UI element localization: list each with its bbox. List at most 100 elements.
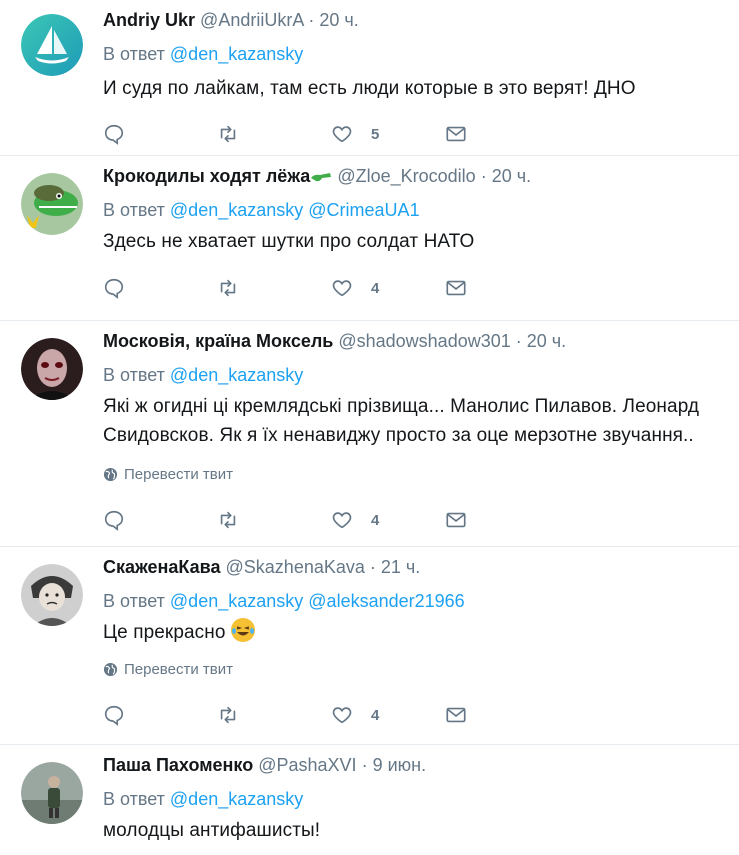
tweet-header: Паша Пахоменко @PashaXVI · 9 июн. [103, 754, 719, 776]
mention-link[interactable]: @den_kazansky [170, 591, 303, 611]
like-button[interactable]: 4 [331, 704, 445, 726]
tweet-header: СкаженаКава @SkazhenaKava · 21 ч. [103, 556, 719, 578]
direct-message-button[interactable] [445, 277, 467, 299]
retweet-button[interactable] [217, 123, 331, 145]
translate-tweet-link[interactable]: Перевести твит [103, 466, 719, 483]
mention-link[interactable]: @aleksander21966 [308, 591, 464, 611]
retweet-icon [220, 511, 236, 529]
retweet-button[interactable] [217, 277, 331, 299]
separator-dot: · [361, 755, 368, 775]
translate-tweet-link[interactable]: Перевести твит [103, 661, 719, 678]
separator-dot: · [308, 10, 315, 30]
avatar[interactable] [21, 14, 83, 76]
envelope-icon [446, 512, 466, 528]
crocodile-icon [21, 173, 83, 235]
heart-icon [332, 280, 352, 297]
reply-icon [104, 510, 124, 531]
retweet-icon [220, 279, 236, 297]
avatar[interactable] [21, 762, 83, 824]
fullname[interactable]: Andriy Ukr [103, 10, 195, 30]
mention-link[interactable]: @CrimeaUA1 [308, 200, 419, 220]
avatar[interactable] [21, 173, 83, 235]
tweet-text: Які ж огидні ці кремлядські прізвища... … [103, 396, 700, 446]
tweet-actions: 5 [103, 119, 719, 161]
like-button[interactable]: 5 [331, 123, 445, 145]
timestamp[interactable]: 20 ч. [319, 10, 358, 30]
mention-link[interactable]: @den_kazansky [170, 789, 303, 809]
direct-message-button[interactable] [445, 123, 467, 145]
like-count: 5 [371, 125, 380, 143]
tweet[interactable]: Паша Пахоменко @PashaXVI · 9 июн. В отве… [0, 745, 739, 855]
envelope-icon [446, 280, 466, 296]
fullname[interactable]: СкаженаКава [103, 557, 221, 577]
mention-link[interactable]: @den_kazansky [170, 44, 303, 64]
tweet-actions: 4 [103, 700, 719, 742]
envelope-icon [446, 126, 466, 142]
username[interactable]: @shadowshadow301 [338, 331, 510, 351]
face-icon [21, 338, 83, 400]
heart-icon [332, 512, 352, 529]
reply-prefix: В ответ [103, 789, 165, 809]
retweet-icon [220, 125, 236, 143]
mention-link[interactable]: @den_kazansky [170, 365, 303, 385]
direct-message-button[interactable] [445, 704, 467, 726]
tweet-text: И судя по лайкам, там есть люди которые … [103, 78, 636, 99]
avatar[interactable] [21, 564, 83, 626]
tweet-actions: 4 [103, 505, 719, 547]
reply-icon [104, 705, 124, 726]
reply-button[interactable] [103, 123, 217, 145]
avatar[interactable] [21, 338, 83, 400]
tweet-header: Московія, країна Моксель @shadowshadow30… [103, 330, 719, 352]
tweet-text: молодцы антифашисты! [103, 820, 321, 841]
tweet-header: Andriy Ukr @AndriiUkrA · 20 ч. [103, 9, 719, 31]
like-button[interactable]: 4 [331, 277, 445, 299]
tweet-text-content: Це прекрасно [103, 622, 226, 643]
sailboat-icon [21, 14, 83, 76]
globe-icon [103, 662, 118, 677]
reply-icon [104, 124, 124, 145]
username[interactable]: @Zloe_Krocodilo [337, 166, 475, 186]
person-photo-icon [21, 762, 83, 824]
reply-prefix: В ответ [103, 44, 165, 64]
globe-icon [103, 467, 118, 482]
username[interactable]: @SkazhenaKava [226, 557, 365, 577]
reply-context: В ответ @den_kazansky @CrimeaUA1 [103, 199, 719, 221]
reply-button[interactable] [103, 277, 217, 299]
translate-label[interactable]: Перевести твит [124, 466, 233, 483]
like-count: 4 [371, 706, 380, 724]
reply-button[interactable] [103, 704, 217, 726]
crocodile-emoji-icon [311, 173, 332, 182]
timestamp[interactable]: 20 ч. [527, 331, 566, 351]
timestamp[interactable]: 21 ч. [381, 557, 420, 577]
envelope-icon [446, 707, 466, 723]
fullname[interactable]: Московія, країна Моксель [103, 331, 333, 351]
fullname[interactable]: Крокодилы ходят лёжа [103, 166, 310, 186]
timestamp[interactable]: 20 ч. [492, 166, 531, 186]
tweet-text: Це прекрасно [103, 618, 719, 647]
retweet-button[interactable] [217, 704, 331, 726]
child-photo-icon [21, 564, 83, 626]
like-button[interactable]: 4 [331, 509, 445, 531]
reply-button[interactable] [103, 509, 217, 531]
reply-context: В ответ @den_kazansky [103, 788, 719, 810]
tweet-actions: 4 [103, 273, 719, 315]
retweet-button[interactable] [217, 509, 331, 531]
tweet[interactable]: Крокодилы ходят лёжа @Zloe_Krocodilo · 2… [0, 156, 739, 321]
tweet-header: Крокодилы ходят лёжа @Zloe_Krocodilo · 2… [103, 165, 719, 187]
separator-dot: · [480, 166, 487, 186]
separator-dot: · [515, 331, 522, 351]
translate-label[interactable]: Перевести твит [124, 661, 233, 678]
fullname[interactable]: Паша Пахоменко [103, 755, 253, 775]
username[interactable]: @AndriiUkrA [200, 10, 303, 30]
tweet[interactable]: Московія, країна Моксель @shadowshadow30… [0, 321, 739, 547]
reply-prefix: В ответ [103, 365, 165, 385]
laughing-tears-emoji-icon [230, 618, 255, 642]
tweet[interactable]: Andriy Ukr @AndriiUkrA · 20 ч. В ответ @… [0, 0, 739, 156]
mention-link[interactable]: @den_kazansky [170, 200, 303, 220]
heart-icon [332, 126, 352, 143]
timestamp[interactable]: 9 июн. [373, 755, 427, 775]
tweet-text: Здесь не хватает шутки про солдат НАТО [103, 231, 475, 252]
direct-message-button[interactable] [445, 509, 467, 531]
username[interactable]: @PashaXVI [258, 755, 356, 775]
tweet[interactable]: СкаженаКава @SkazhenaKava · 21 ч. В отве… [0, 547, 739, 745]
